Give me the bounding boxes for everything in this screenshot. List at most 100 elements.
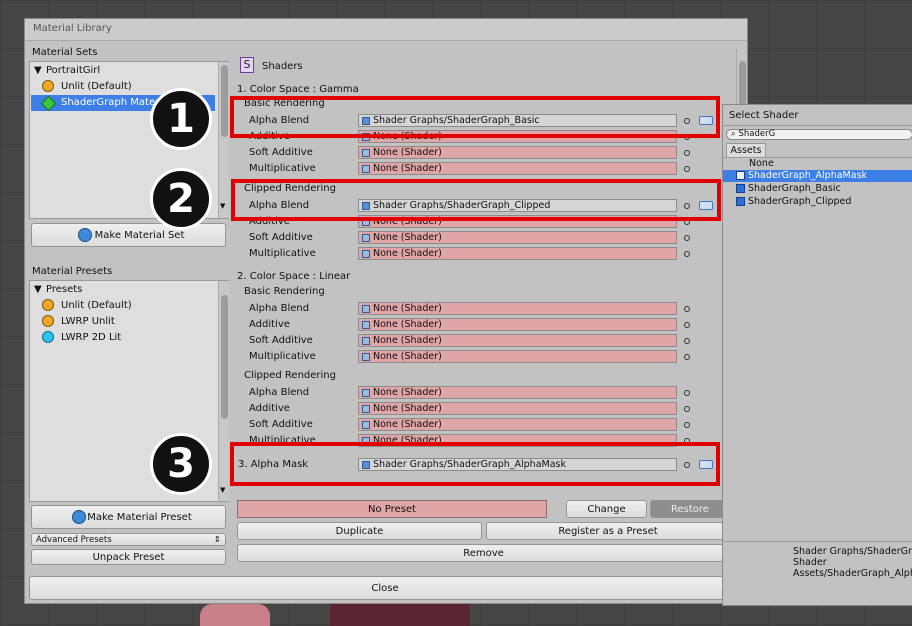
step-badge-2: 2 bbox=[150, 168, 212, 230]
object-picker-icon[interactable] bbox=[684, 390, 690, 396]
object-picker-icon[interactable] bbox=[684, 322, 690, 328]
change-button[interactable]: Change bbox=[566, 500, 647, 518]
tab-assets[interactable]: Assets bbox=[726, 143, 766, 157]
shader-field[interactable]: None (Shader) bbox=[358, 402, 677, 415]
unlit-preset-icon bbox=[42, 299, 54, 311]
shader-field-value: None (Shader) bbox=[373, 303, 442, 314]
shader-field[interactable]: None (Shader) bbox=[358, 318, 677, 331]
object-picker-icon[interactable] bbox=[684, 306, 690, 312]
select-shader-window: Select Shader ⌕ ShaderG Assets None Shad… bbox=[722, 104, 912, 606]
preset-field[interactable]: No Preset bbox=[237, 500, 547, 518]
shader-row-label: Alpha Blend bbox=[249, 303, 310, 314]
shader-icon bbox=[362, 388, 370, 397]
info-asset-path: Assets/ShaderGraph_Alph bbox=[793, 568, 912, 579]
shader-field[interactable]: None (Shader) bbox=[358, 350, 677, 363]
unpack-preset-label: Unpack Preset bbox=[92, 551, 165, 563]
shadergraph-icon bbox=[736, 171, 745, 180]
chevron-down-icon[interactable]: ▼ bbox=[34, 65, 42, 76]
shader-field-value: None (Shader) bbox=[373, 387, 442, 398]
shader-field-value: None (Shader) bbox=[373, 163, 442, 174]
shader-item-label: ShaderGraph_AlphaMask bbox=[748, 170, 868, 181]
lwrp-2d-lit-icon bbox=[42, 331, 54, 343]
shader-list-item[interactable]: ShaderGraph_Basic bbox=[736, 183, 841, 194]
shader-icon bbox=[362, 148, 370, 157]
remove-button[interactable]: Remove bbox=[237, 544, 730, 562]
shader-field[interactable]: None (Shader) bbox=[358, 418, 677, 431]
scrollbar[interactable]: ▼ bbox=[218, 62, 229, 218]
shader-list-item[interactable]: ShaderGraph_AlphaMask bbox=[736, 170, 867, 181]
linear-clipped-title: Clipped Rendering bbox=[244, 370, 336, 381]
object-picker-icon[interactable] bbox=[684, 338, 690, 344]
shader-field-value: None (Shader) bbox=[373, 403, 442, 414]
shader-field-value: None (Shader) bbox=[373, 335, 442, 346]
shader-field-value: None (Shader) bbox=[373, 232, 442, 243]
chevron-down-icon[interactable]: ▼ bbox=[34, 284, 42, 295]
linear-basic-title: Basic Rendering bbox=[244, 286, 325, 297]
step-badge-3: 3 bbox=[150, 433, 212, 495]
unlit-material-icon bbox=[42, 80, 54, 92]
make-material-set-label: Make Material Set bbox=[94, 229, 185, 241]
info-type: Shader bbox=[793, 557, 827, 568]
shader-field-value: None (Shader) bbox=[373, 147, 442, 158]
dropdown-arrow-icon: ⇕ bbox=[213, 534, 221, 545]
advanced-presets-label: Advanced Presets bbox=[36, 534, 112, 545]
shader-item-label: ShaderGraph_Basic bbox=[748, 183, 841, 194]
material-set-item[interactable]: Unlit (Default) bbox=[61, 81, 132, 92]
make-material-set-button[interactable]: Make Material Set bbox=[31, 223, 226, 247]
preset-item[interactable]: LWRP 2D Lit bbox=[61, 332, 121, 343]
shaders-header: Shaders bbox=[262, 61, 303, 72]
shader-icon bbox=[362, 336, 370, 345]
material-sets-header: Material Sets bbox=[32, 47, 98, 58]
shader-field[interactable]: None (Shader) bbox=[358, 302, 677, 315]
shader-list-item[interactable]: ShaderGraph_Clipped bbox=[736, 196, 851, 207]
object-picker-icon[interactable] bbox=[684, 354, 690, 360]
shader-list-item[interactable]: None bbox=[749, 158, 774, 169]
shader-field-value: None (Shader) bbox=[373, 419, 442, 430]
advanced-presets-dropdown[interactable]: Advanced Presets ⇕ bbox=[31, 533, 226, 546]
preset-item[interactable]: LWRP Unlit bbox=[61, 316, 115, 327]
shader-icon bbox=[362, 249, 370, 258]
highlight-box-clipped bbox=[231, 179, 721, 221]
shader-icon bbox=[362, 404, 370, 413]
search-value: ShaderG bbox=[738, 129, 776, 139]
select-shader-title: Select Shader bbox=[729, 110, 799, 121]
object-picker-icon[interactable] bbox=[684, 406, 690, 412]
material-set-root[interactable]: PortraitGirl bbox=[46, 65, 100, 76]
shader-field[interactable]: None (Shader) bbox=[358, 162, 677, 175]
shader-icon bbox=[362, 164, 370, 173]
unpack-preset-button[interactable]: Unpack Preset bbox=[31, 549, 226, 565]
duplicate-button[interactable]: Duplicate bbox=[237, 522, 482, 540]
linear-title: 2. Color Space : Linear bbox=[237, 271, 351, 282]
info-path: Shader Graphs/ShaderGra bbox=[793, 546, 912, 557]
highlight-box-basic bbox=[230, 96, 720, 138]
shader-field[interactable]: None (Shader) bbox=[358, 231, 677, 244]
shadergraph-icon bbox=[736, 197, 745, 206]
shader-row-label: Soft Additive bbox=[249, 147, 313, 158]
object-picker-icon[interactable] bbox=[684, 422, 690, 428]
shader-field[interactable]: None (Shader) bbox=[358, 146, 677, 159]
presets-root[interactable]: Presets bbox=[46, 284, 82, 295]
search-input[interactable]: ⌕ ShaderG bbox=[726, 129, 912, 140]
shader-field-value: None (Shader) bbox=[373, 351, 442, 362]
object-picker-icon[interactable] bbox=[684, 235, 690, 241]
shader-row-label: Alpha Blend bbox=[249, 387, 310, 398]
shader-field-value: None (Shader) bbox=[373, 319, 442, 330]
shader-row-label: Multiplicative bbox=[249, 163, 316, 174]
unity-icon bbox=[72, 510, 86, 524]
search-icon: ⌕ bbox=[731, 129, 736, 139]
register-preset-button[interactable]: Register as a Preset bbox=[486, 522, 730, 540]
shader-field[interactable]: None (Shader) bbox=[358, 334, 677, 347]
shader-field[interactable]: None (Shader) bbox=[358, 386, 677, 399]
shader-icon bbox=[362, 233, 370, 242]
object-picker-icon[interactable] bbox=[684, 251, 690, 257]
restore-button[interactable]: Restore bbox=[650, 500, 730, 518]
scrollbar[interactable]: ▼ bbox=[218, 281, 229, 501]
close-button[interactable]: Close bbox=[29, 576, 741, 600]
object-picker-icon[interactable] bbox=[684, 150, 690, 156]
object-picker-icon[interactable] bbox=[684, 166, 690, 172]
shader-row-label: Soft Additive bbox=[249, 419, 313, 430]
gamma-title: 1. Color Space : Gamma bbox=[237, 84, 359, 95]
shader-field[interactable]: None (Shader) bbox=[358, 247, 677, 260]
make-material-preset-button[interactable]: Make Material Preset bbox=[31, 505, 226, 529]
preset-item[interactable]: Unlit (Default) bbox=[61, 300, 132, 311]
